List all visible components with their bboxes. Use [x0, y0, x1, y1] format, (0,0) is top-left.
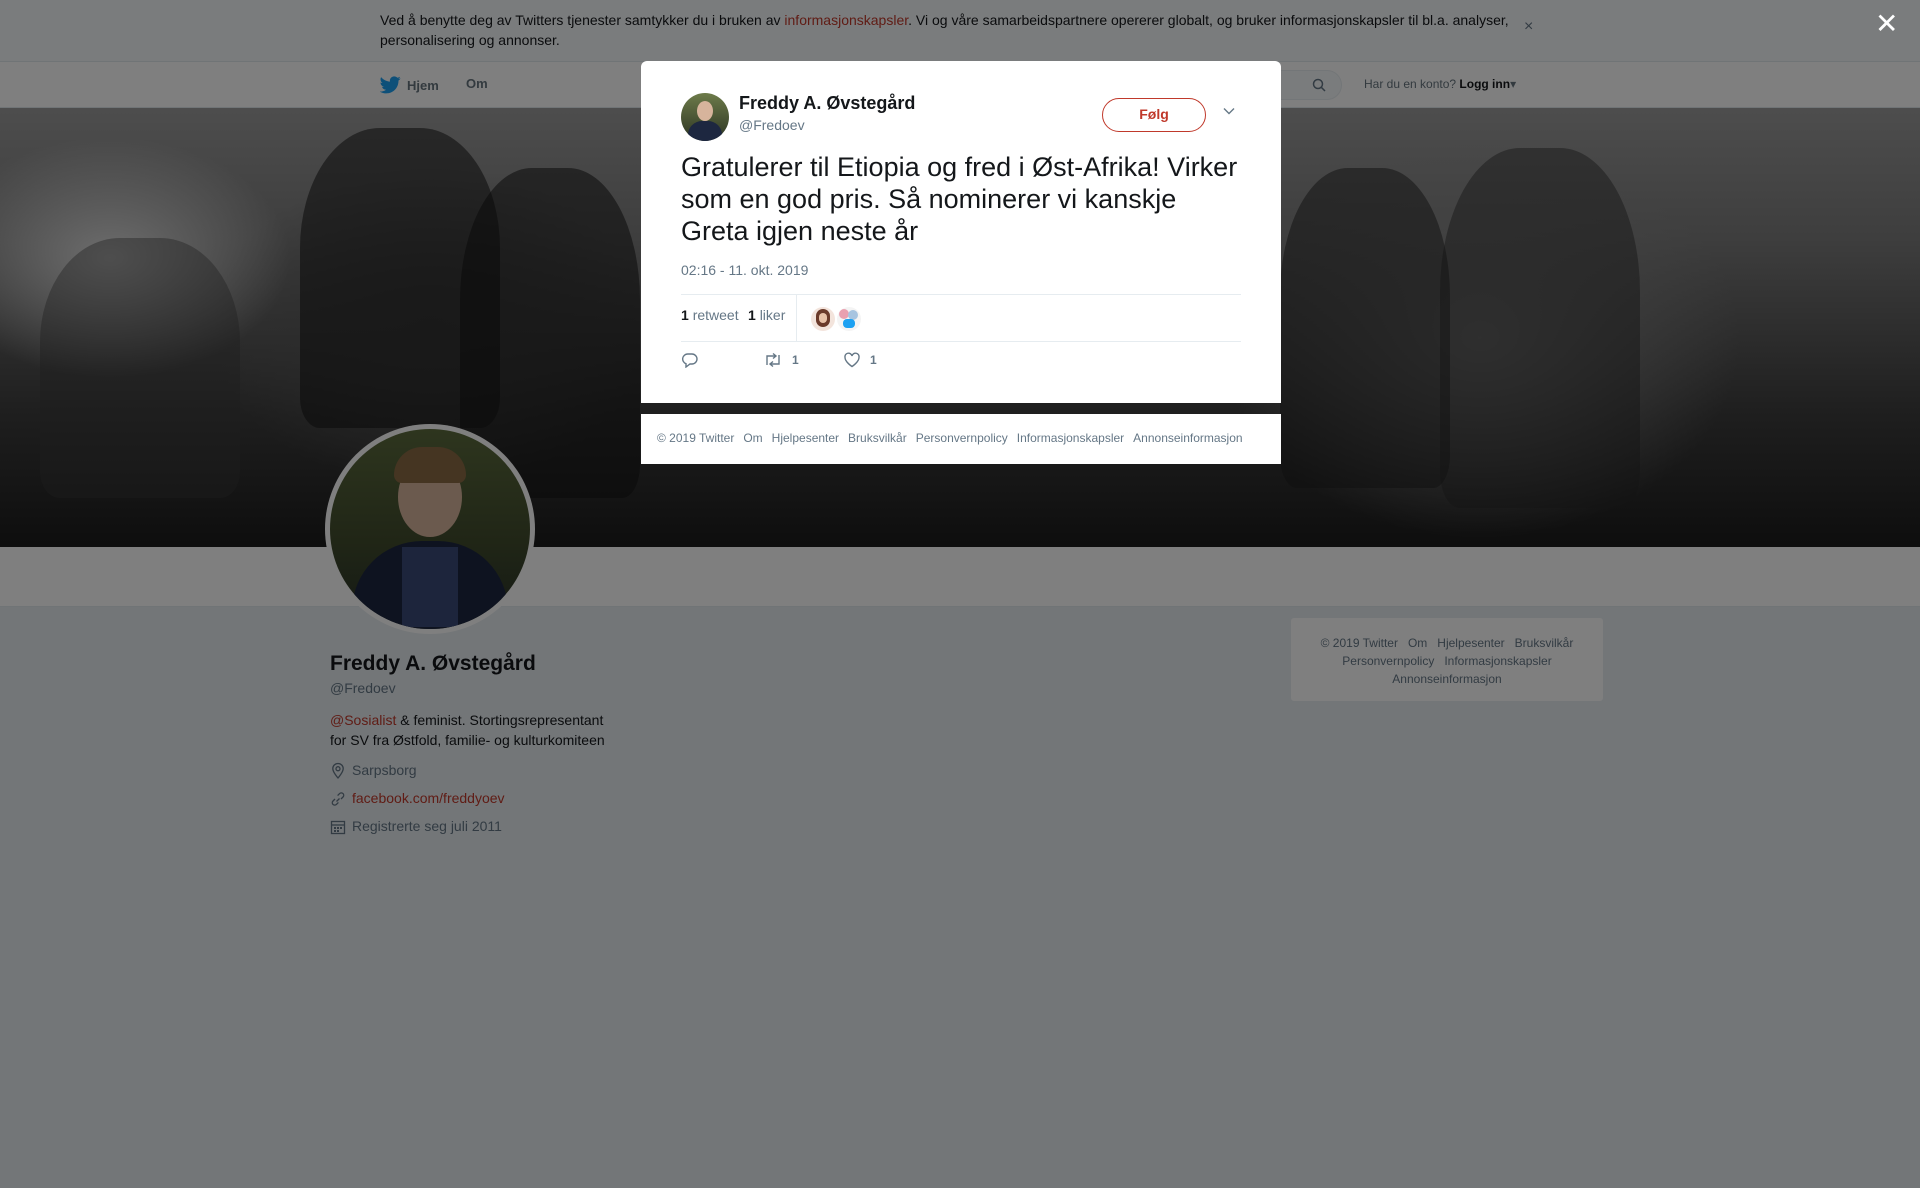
tweet-stats: 1 retweet 1 liker — [681, 294, 1241, 342]
footer-link-about[interactable]: Om — [743, 431, 762, 445]
close-icon[interactable]: ✕ — [1875, 10, 1898, 38]
reply-button[interactable] — [681, 352, 699, 368]
tweet-author-name[interactable]: Freddy A. Øvstegård — [739, 93, 915, 114]
chevron-down-icon[interactable] — [1223, 107, 1235, 115]
like-stat[interactable]: 1 liker — [748, 307, 785, 323]
retweet-action-count: 1 — [792, 353, 799, 367]
liker-avatar[interactable] — [837, 307, 861, 331]
retweet-icon — [766, 352, 780, 368]
tweet-author-avatar[interactable] — [681, 93, 729, 141]
tweet-author-handle[interactable]: @Fredoev — [739, 117, 805, 133]
tweet-text: Gratulerer til Etiopia og fred i Øst-Afr… — [681, 152, 1238, 246]
footer-copyright: © 2019 Twitter — [657, 431, 735, 445]
stats-divider — [796, 295, 797, 341]
footer-link-cookies[interactable]: Informasjonskapsler — [1017, 431, 1124, 445]
footer-link-ads-info[interactable]: Annonseinformasjon — [1133, 431, 1242, 445]
reply-icon — [682, 353, 698, 368]
retweet-button[interactable]: 1 — [763, 352, 799, 368]
retweet-count: 1 — [681, 307, 689, 323]
footer-link-privacy[interactable]: Personvernpolicy — [916, 431, 1008, 445]
follow-button[interactable]: Følg — [1102, 98, 1206, 132]
modal-footer: © 2019 Twitter Om Hjelpesenter Bruksvilkår P… — [641, 414, 1281, 464]
like-label: liker — [759, 307, 786, 323]
footer-link-terms[interactable]: Bruksvilkår — [848, 431, 907, 445]
tweet-actions: 1 1 — [681, 352, 1241, 376]
like-button[interactable]: 1 — [843, 352, 877, 368]
tweet-timestamp[interactable]: 02:16 - 11. okt. 2019 — [681, 262, 808, 278]
retweet-stat[interactable]: 1 retweet — [681, 307, 739, 323]
footer-link-help[interactable]: Hjelpesenter — [772, 431, 839, 445]
like-action-count: 1 — [870, 353, 877, 367]
retweet-label: retweet — [692, 307, 739, 323]
liker-avatar[interactable] — [811, 307, 835, 331]
heart-icon — [844, 352, 860, 368]
like-count: 1 — [748, 307, 756, 323]
tweet-modal: Freddy A. Øvstegård @Fredoev Følg Gratul… — [641, 61, 1281, 403]
